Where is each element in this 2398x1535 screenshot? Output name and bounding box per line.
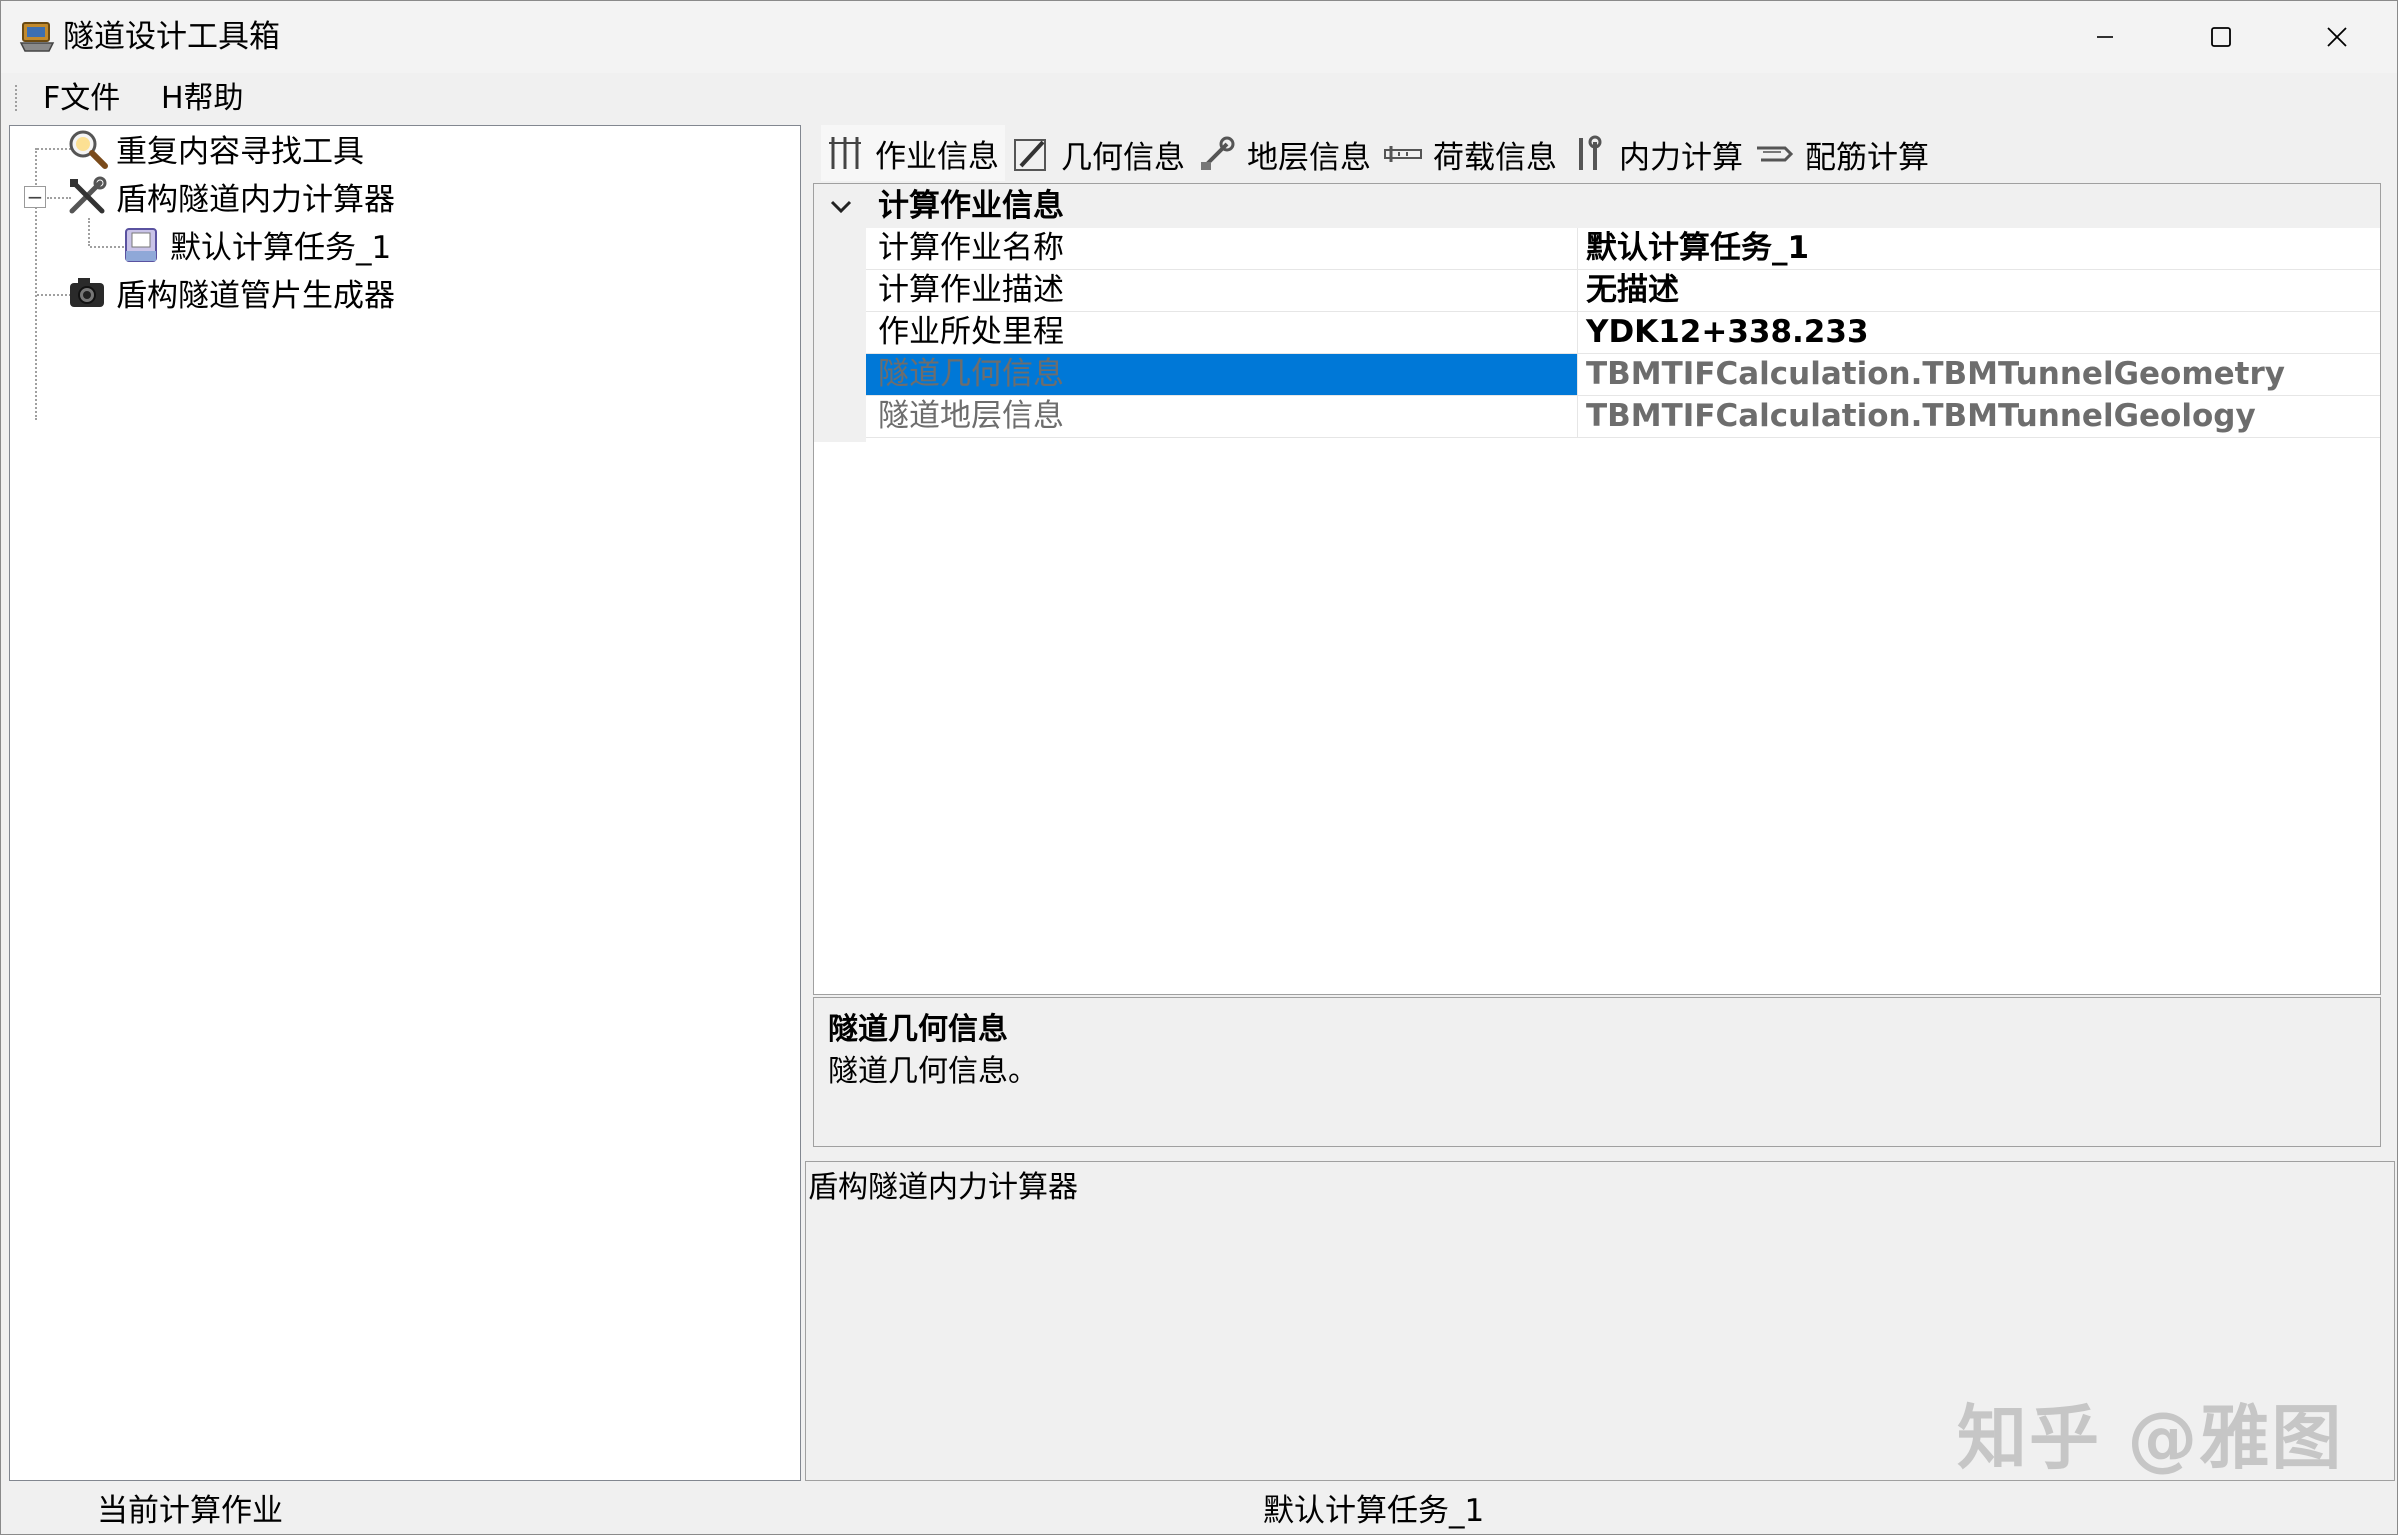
menu-help[interactable]: H帮助 bbox=[153, 79, 252, 119]
caliper-icon bbox=[829, 137, 861, 169]
tab-job-info[interactable]: 作业信息 bbox=[821, 125, 1005, 181]
tree-line bbox=[90, 246, 124, 248]
property-row-tunnel-geometry[interactable]: 隧道几何信息 TBMTIFCalculation.TBMTunnelGeomet… bbox=[866, 354, 2380, 396]
collapse-icon: − bbox=[26, 185, 44, 209]
camera-icon bbox=[70, 278, 104, 307]
property-name: 作业所处里程 bbox=[866, 312, 1578, 353]
property-row-tunnel-geology[interactable]: 隧道地层信息 TBMTIFCalculation.TBMTunnelGeolog… bbox=[866, 396, 2380, 438]
property-value[interactable]: YDK12+338.233 bbox=[1582, 312, 2378, 353]
tab-internal-force[interactable]: 内力计算 bbox=[1565, 129, 1749, 179]
title-bar[interactable]: 隧道设计工具箱 bbox=[1, 1, 2397, 73]
category-row[interactable]: 计算作业信息 bbox=[814, 184, 2380, 228]
property-name: 计算作业名称 bbox=[866, 228, 1578, 269]
watermark: 知乎 @雅图 bbox=[1957, 1397, 2344, 1479]
help-description: 隧道几何信息。 bbox=[828, 1054, 1038, 1089]
menu-file[interactable]: F文件 bbox=[35, 79, 128, 119]
close-icon bbox=[2327, 27, 2347, 47]
wrench-icon bbox=[1579, 135, 1602, 170]
category-label: 计算作业信息 bbox=[878, 188, 1064, 224]
magnifier-icon bbox=[69, 130, 108, 169]
rebar-icon bbox=[1757, 146, 1794, 162]
tree-item-label: 默认计算任务_1 bbox=[170, 229, 392, 266]
right-area: 作业信息 几何信息 地层信息 荷载信息 内力计算 配筋计算 计算作业信息 计算作… bbox=[805, 125, 2395, 1481]
status-label: 当前计算作业 bbox=[97, 1493, 283, 1529]
chevron-down-icon[interactable] bbox=[828, 194, 854, 220]
tab-geometry-info[interactable]: 几何信息 bbox=[1007, 129, 1191, 179]
output-text: 盾构隧道内力计算器 bbox=[808, 1170, 1078, 1205]
property-name: 隧道几何信息 bbox=[866, 354, 1578, 395]
property-help-pane: 隧道几何信息 隧道几何信息。 bbox=[813, 997, 2381, 1147]
close-button[interactable] bbox=[2279, 1, 2395, 73]
property-value[interactable]: TBMTIFCalculation.TBMTunnelGeology bbox=[1582, 396, 2378, 437]
tab-label: 内力计算 bbox=[1619, 139, 1743, 176]
window-title: 隧道设计工具箱 bbox=[63, 19, 280, 55]
property-name: 计算作业描述 bbox=[866, 270, 1578, 311]
tab-load-info[interactable]: 荷载信息 bbox=[1379, 129, 1563, 179]
tree-item-label: 盾构隧道内力计算器 bbox=[116, 181, 395, 218]
tree-item-tunnel-force-calculator[interactable]: 盾构隧道内力计算器 bbox=[66, 174, 395, 218]
strata-icon bbox=[1201, 136, 1235, 170]
minimize-button[interactable] bbox=[2047, 1, 2163, 73]
tab-strata-info[interactable]: 地层信息 bbox=[1193, 129, 1377, 179]
status-value: 默认计算任务_1 bbox=[1263, 1493, 1485, 1529]
tab-label: 作业信息 bbox=[875, 138, 999, 175]
tree-expander[interactable]: − bbox=[24, 186, 46, 208]
tab-label: 荷载信息 bbox=[1433, 139, 1557, 176]
maximize-icon bbox=[2211, 27, 2231, 47]
document-icon bbox=[125, 228, 157, 262]
property-row-job-description[interactable]: 计算作业描述 无描述 bbox=[866, 270, 2380, 312]
tab-label: 几何信息 bbox=[1061, 139, 1185, 176]
status-bar: 当前计算作业 默认计算任务_1 bbox=[1, 1485, 2397, 1534]
tab-rebar-calc[interactable]: 配筋计算 bbox=[1751, 129, 1935, 179]
tree-line bbox=[88, 218, 90, 246]
tools-icon bbox=[69, 176, 107, 214]
minimize-icon bbox=[2097, 36, 2113, 38]
property-row-job-name[interactable]: 计算作业名称 默认计算任务_1 bbox=[866, 228, 2380, 270]
tree-item-duplicate-finder[interactable]: 重复内容寻找工具 bbox=[66, 126, 364, 170]
main-window: 隧道设计工具箱 F文件 H帮助 − 重复内容寻找工具 盾构隧道内力计算器 默认计… bbox=[0, 0, 2398, 1535]
tree-item-label: 重复内容寻找工具 bbox=[116, 133, 364, 170]
load-icon bbox=[1384, 146, 1422, 162]
tab-label: 地层信息 bbox=[1247, 139, 1371, 176]
tree-item-label: 盾构隧道管片生成器 bbox=[116, 277, 395, 314]
tree-item-default-task[interactable]: 默认计算任务_1 bbox=[120, 222, 391, 266]
maximize-button[interactable] bbox=[2163, 1, 2279, 73]
property-value[interactable]: 无描述 bbox=[1582, 270, 2378, 311]
app-icon bbox=[19, 22, 55, 52]
tab-label: 配筋计算 bbox=[1805, 139, 1929, 176]
property-grid[interactable]: 计算作业信息 计算作业名称 默认计算任务_1 计算作业描述 无描述 作业所处里程… bbox=[813, 183, 2381, 995]
property-name: 隧道地层信息 bbox=[866, 396, 1578, 437]
property-value[interactable]: TBMTIFCalculation.TBMTunnelGeometry bbox=[1582, 354, 2378, 395]
help-title: 隧道几何信息 bbox=[828, 1012, 1008, 1047]
tab-strip: 作业信息 几何信息 地层信息 荷载信息 内力计算 配筋计算 bbox=[821, 125, 2381, 181]
tree-item-segment-generator[interactable]: 盾构隧道管片生成器 bbox=[66, 270, 395, 314]
pencil-ruler-icon bbox=[1014, 139, 1046, 171]
property-row-mileage[interactable]: 作业所处里程 YDK12+338.233 bbox=[866, 312, 2380, 354]
tool-tree[interactable]: − 重复内容寻找工具 盾构隧道内力计算器 默认计算任务_1 盾构隧道管片生成器 bbox=[9, 125, 801, 1481]
property-value[interactable]: 默认计算任务_1 bbox=[1582, 228, 2378, 269]
menu-grip bbox=[15, 85, 18, 111]
menu-bar: F文件 H帮助 bbox=[1, 73, 2397, 123]
